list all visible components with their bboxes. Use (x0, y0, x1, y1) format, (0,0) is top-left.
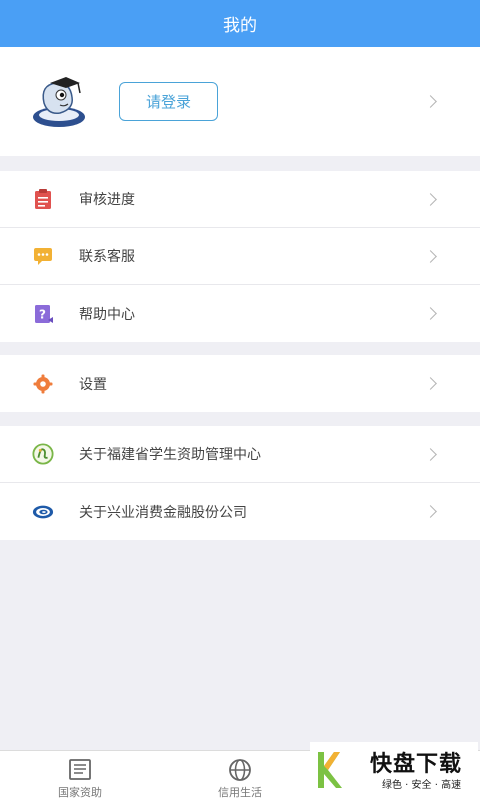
login-button[interactable]: 请登录 (119, 82, 218, 121)
tab-credit-life[interactable]: 信用生活 (180, 751, 300, 800)
watermark-brand: 快盘下载 (370, 752, 463, 777)
gear-icon (32, 373, 54, 395)
menu-item-about-industrial-bank[interactable]: 关于兴业消费金融股份公司 (0, 483, 480, 540)
menu-group-account: 审核进度 联系客服 ? 帮助中心 (0, 171, 480, 342)
menu-item-label: 关于福建省学生资助管理中心 (79, 447, 261, 463)
menu-item-label: 设置 (79, 376, 107, 393)
menu-item-help-center[interactable]: ? 帮助中心 (0, 285, 480, 342)
chevron-right-icon (424, 505, 437, 518)
chevron-right-icon (424, 307, 437, 320)
industrial-bank-logo-icon (32, 501, 54, 523)
menu-item-settings[interactable]: 设置 (0, 355, 480, 412)
tab-label: 国家资助 (58, 786, 102, 799)
chevron-right-icon (424, 193, 437, 206)
chevron-right-icon (424, 377, 437, 390)
menu-item-customer-service[interactable]: 联系客服 (0, 228, 480, 285)
watermark-overlay: 快盘下载 绿色 · 安全 · 高速 (310, 742, 478, 798)
watermark-tagline: 绿色 · 安全 · 高速 (382, 780, 462, 791)
svg-text:?: ? (39, 307, 46, 321)
menu-item-label: 联系客服 (79, 249, 135, 265)
avatar[interactable] (30, 73, 88, 129)
fujian-aid-logo-icon (32, 443, 54, 465)
watermark-logo-icon (318, 752, 342, 788)
menu-item-about-fujian-aid[interactable]: 关于福建省学生资助管理中心 (0, 426, 480, 483)
page-title: 我的 (223, 16, 257, 36)
tab-label: 信用生活 (218, 786, 262, 799)
chevron-right-icon (424, 448, 437, 461)
menu-item-review-progress[interactable]: 审核进度 (0, 171, 480, 228)
menu-group-settings: 设置 (0, 355, 480, 412)
menu-group-about: 关于福建省学生资助管理中心 关于兴业消费金融股份公司 (0, 426, 480, 540)
question-book-icon: ? (32, 303, 54, 325)
profile-section[interactable]: 请登录 (0, 47, 480, 156)
menu-item-label: 关于兴业消费金融股份公司 (79, 504, 247, 521)
chevron-right-icon (424, 250, 437, 263)
menu-item-label: 帮助中心 (79, 306, 135, 323)
chevron-right-icon (424, 95, 437, 108)
tab-national-aid[interactable]: 国家资助 (20, 751, 140, 800)
menu-item-label: 审核进度 (79, 192, 135, 208)
chat-bubble-icon (32, 245, 54, 267)
globe-icon (226, 758, 254, 782)
top-nav-bar: 我的 (0, 0, 480, 47)
book-icon (66, 758, 94, 782)
clipboard-icon (32, 188, 54, 210)
